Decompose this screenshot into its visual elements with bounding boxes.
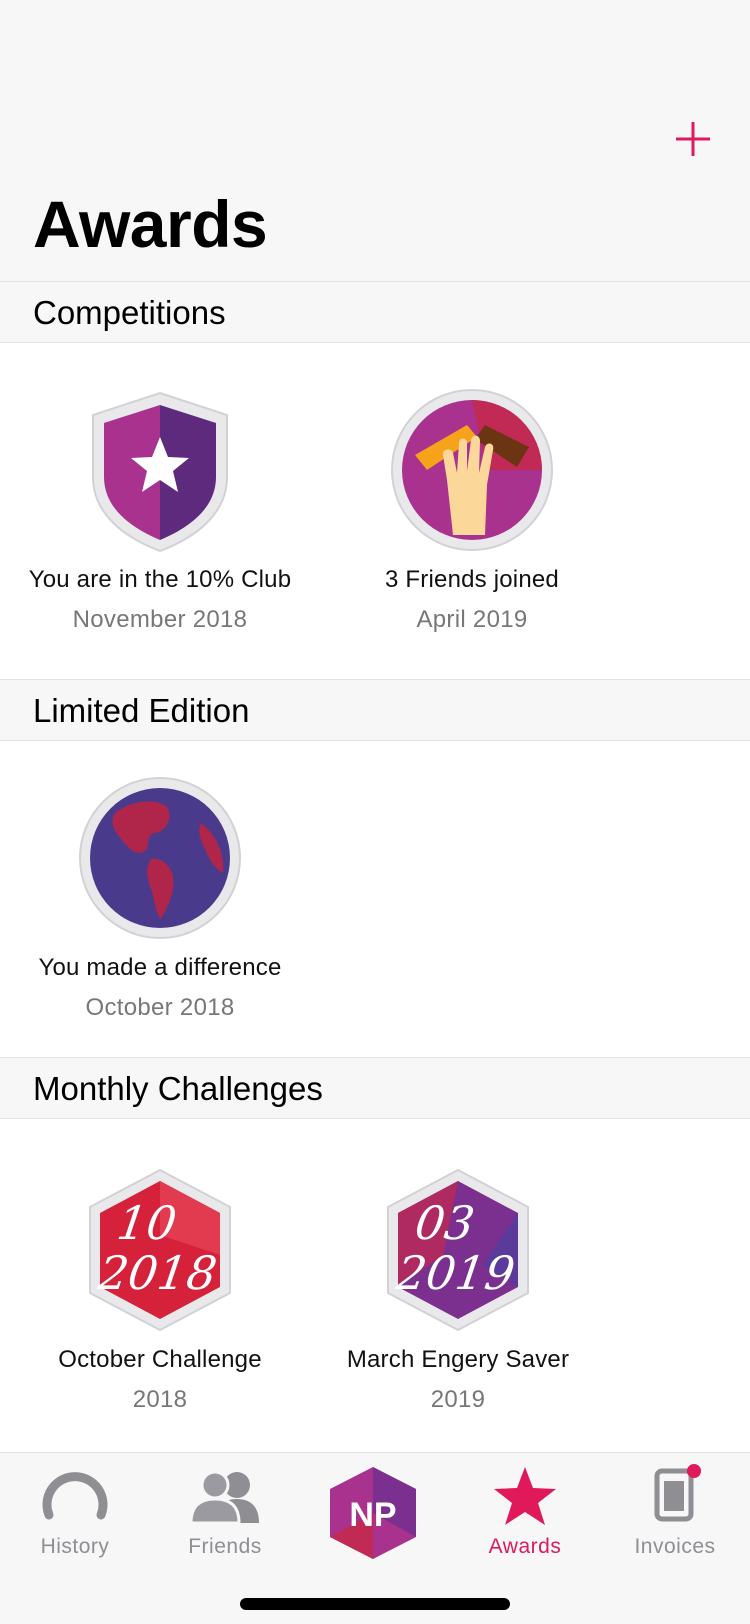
award-10-percent-club[interactable]: You are in the 10% Club November 2018	[0, 385, 320, 635]
section-header-monthly-challenges: Monthly Challenges	[0, 1057, 750, 1119]
history-icon	[35, 1461, 115, 1531]
tab-invoices[interactable]: Invoices	[600, 1461, 750, 1559]
award-date: November 2018	[72, 606, 248, 633]
home-indicator[interactable]	[240, 1598, 510, 1610]
svg-text:NP: NP	[349, 1496, 396, 1534]
section-title: Competitions	[33, 294, 226, 331]
shield-star-badge-icon	[75, 385, 245, 555]
tab-label: Friends	[188, 1535, 262, 1558]
award-name: You are in the 10% Club	[28, 566, 292, 593]
page-title: Awards	[33, 187, 268, 261]
award-date: 2018	[132, 1386, 188, 1413]
svg-text:10: 10	[114, 1196, 180, 1250]
svg-text:2018: 2018	[95, 1246, 221, 1300]
star-icon	[485, 1461, 565, 1531]
svg-text:2019: 2019	[393, 1246, 519, 1300]
tab-friends[interactable]: Friends	[150, 1461, 300, 1559]
award-you-made-a-difference[interactable]: You made a difference October 2018	[0, 773, 320, 1023]
svg-text:03: 03	[412, 1196, 478, 1250]
hexagon-badge-icon: 10 2018	[75, 1165, 245, 1335]
section-limited-edition: You made a difference October 2018	[0, 741, 750, 1057]
np-logo-button[interactable]: NP	[326, 1463, 420, 1563]
notification-dot	[687, 1464, 701, 1478]
header: Awards	[0, 0, 750, 282]
hands-badge-icon	[387, 385, 557, 555]
tab-label: History	[40, 1535, 110, 1558]
award-name: 3 Friends joined	[385, 566, 559, 593]
award-date: April 2019	[416, 606, 528, 633]
globe-badge-icon	[75, 773, 245, 943]
section-monthly-challenges: 10 2018 October Challenge 2018 03 2019 M…	[0, 1119, 750, 1452]
award-march-engery-saver[interactable]: 03 2019 March Engery Saver 2019	[298, 1165, 618, 1415]
award-october-challenge[interactable]: 10 2018 October Challenge 2018	[0, 1165, 320, 1415]
invoice-icon	[635, 1461, 715, 1531]
plus-icon	[676, 122, 710, 156]
section-header-competitions: Competitions	[0, 281, 750, 343]
hexagon-badge-icon: 03 2019	[373, 1165, 543, 1335]
award-date: October 2018	[85, 994, 235, 1021]
section-competitions: You are in the 10% Club November 2018 3 …	[0, 343, 750, 679]
tab-awards[interactable]: Awards	[450, 1461, 600, 1559]
award-name: You made a difference	[38, 954, 282, 981]
section-title: Monthly Challenges	[33, 1070, 323, 1107]
award-date: 2019	[430, 1386, 486, 1413]
award-name: March Engery Saver	[346, 1346, 570, 1373]
section-header-limited-edition: Limited Edition	[0, 679, 750, 741]
award-3-friends-joined[interactable]: 3 Friends joined April 2019	[312, 385, 632, 635]
award-name: October Challenge	[58, 1346, 262, 1373]
tab-history[interactable]: History	[0, 1461, 150, 1559]
np-logo-icon: NP	[330, 1467, 416, 1559]
tab-label: Invoices	[634, 1535, 716, 1558]
friends-icon	[185, 1461, 265, 1531]
section-title: Limited Edition	[33, 692, 250, 729]
tab-label: Awards	[488, 1535, 562, 1558]
add-button[interactable]	[672, 118, 714, 160]
